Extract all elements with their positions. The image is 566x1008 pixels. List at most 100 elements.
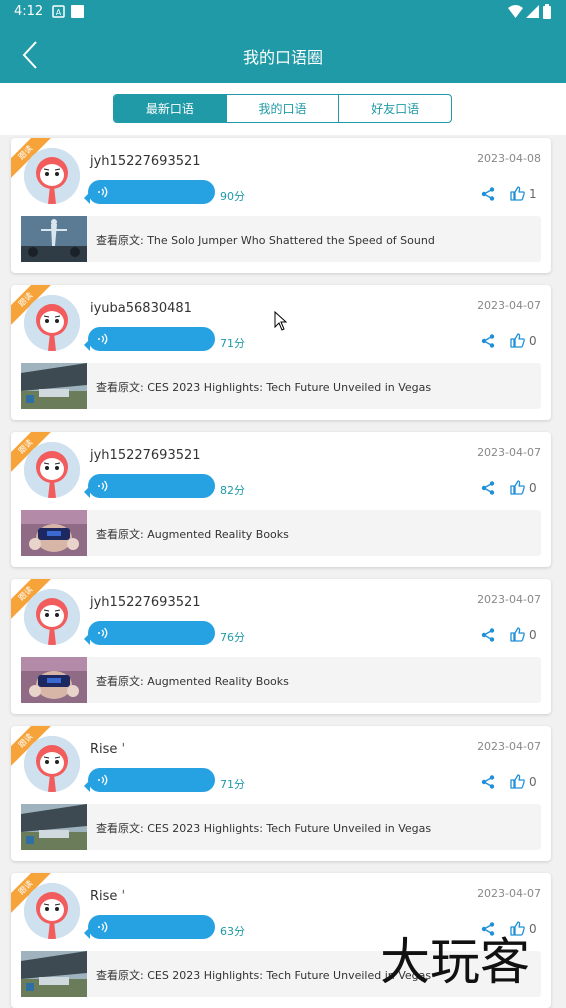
share-icon[interactable]: [481, 481, 495, 495]
avatar[interactable]: [24, 736, 80, 792]
voice-bubble-tail: [84, 192, 90, 204]
voice-playback-button[interactable]: [84, 180, 215, 204]
article-thumbnail: [21, 657, 87, 703]
avatar[interactable]: [24, 589, 80, 645]
like-count: 0: [529, 481, 537, 495]
like-count: 0: [529, 922, 537, 936]
article-thumbnail: [21, 510, 87, 556]
score-label: 82分: [220, 484, 245, 497]
tab-mine[interactable]: 我的口语: [227, 95, 340, 122]
source-article-title: 查看原文: Augmented Reality Books: [96, 528, 289, 541]
top-app-bar: 我的口语圈: [0, 24, 566, 83]
article-thumbnail: [21, 804, 87, 850]
username[interactable]: jyh15227693521: [90, 154, 201, 169]
segmented-tabs: 最新口语 我的口语 好友口语: [113, 94, 452, 123]
post-date: 2023-04-07: [477, 446, 541, 459]
username[interactable]: Rise ˈ: [90, 742, 125, 757]
notification-square-icon: [71, 5, 84, 18]
score-label: 63分: [220, 925, 245, 938]
svg-text:A: A: [56, 8, 62, 17]
post-date: 2023-04-07: [477, 740, 541, 753]
username[interactable]: jyh15227693521: [90, 595, 201, 610]
post-date: 2023-04-07: [477, 887, 541, 900]
score-label: 76分: [220, 631, 245, 644]
voice-playback-button[interactable]: [84, 474, 215, 498]
voice-playback-button[interactable]: [84, 915, 215, 939]
like-count: 1: [529, 187, 537, 201]
username[interactable]: jyh15227693521: [90, 448, 201, 463]
avatar[interactable]: [24, 295, 80, 351]
thumbs-up-icon[interactable]: [510, 627, 525, 642]
sound-wave-icon: [98, 333, 108, 345]
avatar-face-icon: [24, 589, 80, 645]
score-label: 71分: [220, 778, 245, 791]
source-article-title: 查看原文: CES 2023 Highlights: Tech Future U…: [96, 822, 432, 835]
source-article-link[interactable]: 查看原文: Augmented Reality Books: [21, 510, 541, 556]
article-thumbnail: [21, 363, 87, 409]
share-icon[interactable]: [481, 775, 495, 789]
post-date: 2023-04-08: [477, 152, 541, 165]
article-thumbnail: [21, 951, 87, 997]
avatar-face-icon: [24, 442, 80, 498]
thumbs-up-icon[interactable]: [510, 186, 525, 201]
sound-wave-icon: [98, 627, 108, 639]
watermark-text: 大玩客: [380, 933, 530, 991]
share-icon[interactable]: [481, 628, 495, 642]
like-count: 0: [529, 775, 537, 789]
share-icon[interactable]: [481, 187, 495, 201]
thumbs-up-icon[interactable]: [510, 774, 525, 789]
post-card[interactable]: 跟读 jyh15227693521 2023-04-07 82分 0 查看原文:…: [11, 432, 551, 567]
username[interactable]: Rise ˈ: [90, 889, 125, 904]
post-card[interactable]: 跟读 jyh15227693521 2023-04-08 90分 1 查看原文:…: [11, 138, 551, 273]
share-icon[interactable]: [481, 334, 495, 348]
post-date: 2023-04-07: [477, 593, 541, 606]
voice-bubble-tail: [84, 339, 90, 351]
post-card[interactable]: 跟读 Rise ˈ 2023-04-07 71分 0 查看原文: CES 202…: [11, 726, 551, 861]
source-article-link[interactable]: 查看原文: CES 2023 Highlights: Tech Future U…: [21, 804, 541, 850]
avatar[interactable]: [24, 442, 80, 498]
page-title: 我的口语圈: [242, 48, 323, 67]
tab-friends[interactable]: 好友口语: [339, 95, 451, 122]
source-article-link[interactable]: 查看原文: CES 2023 Highlights: Tech Future U…: [21, 363, 541, 409]
source-article-title: 查看原文: Augmented Reality Books: [96, 675, 289, 688]
status-time: 4:12: [14, 4, 44, 19]
voice-playback-button[interactable]: [84, 621, 215, 645]
avatar-face-icon: [24, 736, 80, 792]
post-date: 2023-04-07: [477, 299, 541, 312]
username[interactable]: iyuba56830481: [90, 301, 192, 316]
tab-latest[interactable]: 最新口语: [114, 95, 227, 122]
voice-bubble-tail: [84, 486, 90, 498]
sound-wave-icon: [98, 774, 108, 786]
battery-icon: [543, 4, 551, 19]
notification-a-icon: A: [52, 5, 65, 18]
avatar-face-icon: [24, 295, 80, 351]
avatar-face-icon: [24, 883, 80, 939]
voice-bubble-tail: [84, 927, 90, 939]
like-count: 0: [529, 628, 537, 642]
thumbs-up-icon[interactable]: [510, 480, 525, 495]
source-article-link[interactable]: 查看原文: Augmented Reality Books: [21, 657, 541, 703]
post-card[interactable]: 跟读 iyuba56830481 2023-04-07 71分 0 查看原文: …: [11, 285, 551, 420]
score-label: 90分: [220, 190, 245, 203]
tab-bar: 最新口语 我的口语 好友口语: [0, 83, 566, 135]
sound-wave-icon: [98, 921, 108, 933]
mouse-cursor-icon: [274, 311, 288, 331]
like-count: 0: [529, 334, 537, 348]
signal-icon: [526, 5, 539, 18]
sound-wave-icon: [98, 480, 108, 492]
source-article-title: 查看原文: CES 2023 Highlights: Tech Future U…: [96, 381, 432, 394]
voice-playback-button[interactable]: [84, 768, 215, 792]
avatar[interactable]: [24, 148, 80, 204]
voice-bubble-tail: [84, 633, 90, 645]
status-bar: 4:12 A: [0, 0, 566, 24]
article-thumbnail: [21, 216, 87, 262]
voice-bubble-tail: [84, 780, 90, 792]
post-card[interactable]: 跟读 jyh15227693521 2023-04-07 76分 0 查看原文:…: [11, 579, 551, 714]
source-article-link[interactable]: 查看原文: The Solo Jumper Who Shattered the …: [21, 216, 541, 262]
score-label: 71分: [220, 337, 245, 350]
voice-playback-button[interactable]: [84, 327, 215, 351]
thumbs-up-icon[interactable]: [510, 333, 525, 348]
source-article-title: 查看原文: The Solo Jumper Who Shattered the …: [96, 234, 435, 247]
sound-wave-icon: [98, 186, 108, 198]
avatar[interactable]: [24, 883, 80, 939]
